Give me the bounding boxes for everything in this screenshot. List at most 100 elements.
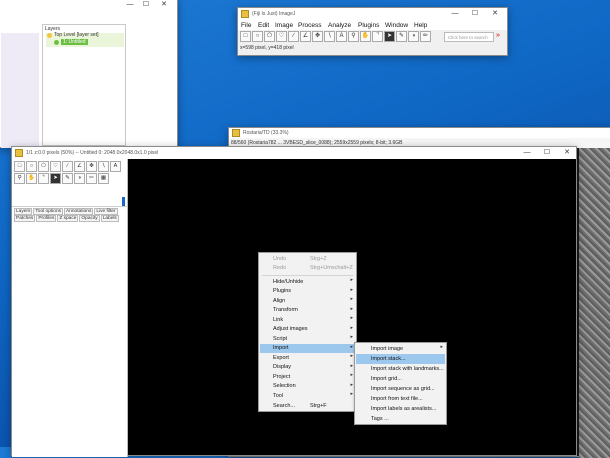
close-icon[interactable]: ✕ xyxy=(562,149,572,157)
menu-item-align[interactable]: Align ▸ xyxy=(260,296,355,306)
menu-image[interactable]: Image xyxy=(275,22,293,29)
tab-opacity[interactable]: Opacity xyxy=(79,215,100,222)
image-content[interactable] xyxy=(579,148,610,458)
submenu-item-import-image[interactable]: Import image ▸ xyxy=(356,344,445,354)
fill-tool-icon[interactable]: ◑ xyxy=(408,31,419,42)
tab-layers[interactable]: Layers xyxy=(14,208,33,215)
tab-annotations[interactable]: Annotations xyxy=(64,208,94,215)
menu-item-search[interactable]: Search... Strg+F xyxy=(260,401,355,411)
maximize-icon[interactable]: ☐ xyxy=(141,1,151,9)
layers-manager-window: — ☐ ✕ Layers Top Level [layer set] 1: Un… xyxy=(0,0,178,148)
submenu-item-import-grid[interactable]: Import grid... xyxy=(356,374,445,384)
angle-tool-icon[interactable]: ∠ xyxy=(300,31,311,42)
tab-labels[interactable]: Labels xyxy=(100,215,119,222)
chevron-right-icon: ▸ xyxy=(350,305,353,312)
zoom-tool-icon[interactable]: ⚲ xyxy=(14,173,25,184)
menu-help[interactable]: Help xyxy=(414,22,427,29)
dropper-tool-icon[interactable]: ⌝ xyxy=(38,173,49,184)
brush-tool-icon[interactable]: ✏ xyxy=(420,31,431,42)
submenu-item-import-stack-landmarks[interactable]: Import stack with landmarks... xyxy=(356,364,445,374)
maximize-icon[interactable]: ☐ xyxy=(542,149,552,157)
menu-item-plugins[interactable]: Plugins ▸ xyxy=(260,287,355,297)
submenu-item-import-labels[interactable]: Import labels as arealists... xyxy=(356,404,445,414)
submenu-item-import-stack[interactable]: Import stack... xyxy=(356,354,445,364)
maximize-icon[interactable]: ☐ xyxy=(470,10,480,18)
layer-tree-item[interactable]: Top Level [layer set] xyxy=(54,32,98,38)
tab-tool-options[interactable]: Tool options xyxy=(33,208,64,215)
select-arrow-icon[interactable]: ➤ xyxy=(50,173,61,184)
menu-process[interactable]: Process xyxy=(298,22,321,29)
minimize-icon[interactable]: — xyxy=(125,1,135,9)
minimize-icon[interactable]: — xyxy=(450,10,460,18)
close-icon[interactable]: ✕ xyxy=(490,10,500,18)
align-tool-icon[interactable]: ▦ xyxy=(98,173,109,184)
tab-profiles[interactable]: Profiles xyxy=(36,215,57,222)
freehand-tool-icon[interactable]: ♡ xyxy=(276,31,287,42)
menu-item-selection[interactable]: Selection ▸ xyxy=(260,382,355,392)
angle-tool-icon[interactable]: ∠ xyxy=(74,161,85,172)
wand-tool-icon[interactable]: ∖ xyxy=(324,31,335,42)
fill-tool-icon[interactable]: ◑ xyxy=(74,173,85,184)
text-tool-icon[interactable]: A xyxy=(110,161,121,172)
chevron-right-icon: ▸ xyxy=(350,324,353,331)
search-input[interactable]: Click here to search xyxy=(444,32,494,42)
rectangle-tool-icon[interactable]: □ xyxy=(240,31,251,42)
window-title: Rostaria/TD (33.3%) xyxy=(243,130,289,136)
wand-tool-icon[interactable]: ∖ xyxy=(98,161,109,172)
select-arrow-icon[interactable]: ➤ xyxy=(384,31,395,42)
oval-tool-icon[interactable]: ○ xyxy=(252,31,263,42)
menu-item-link[interactable]: Link ▸ xyxy=(260,315,355,325)
menu-item-tool[interactable]: Tool ▸ xyxy=(260,391,355,401)
imagej-main-window: (Fiji Is Just) ImageJ — ☐ ✕ File Edit Im… xyxy=(237,7,508,56)
line-tool-icon[interactable]: ∕ xyxy=(62,161,73,172)
divider xyxy=(12,206,128,207)
rectangle-tool-icon[interactable]: □ xyxy=(14,161,25,172)
submenu-item-import-sequence-grid[interactable]: Import sequence as grid... xyxy=(356,384,445,394)
menu-plugins[interactable]: Plugins xyxy=(358,22,379,29)
pen-tool-icon[interactable]: ✎ xyxy=(396,31,407,42)
menu-item-export[interactable]: Export ▸ xyxy=(260,353,355,363)
line-tool-icon[interactable]: ∕ xyxy=(288,31,299,42)
menu-item-hide-unhide[interactable]: Hide/Unhide ▸ xyxy=(260,277,355,287)
point-tool-icon[interactable]: ✥ xyxy=(86,161,97,172)
brush-tool-icon[interactable]: ✏ xyxy=(86,173,97,184)
tab-z-space[interactable]: Z space xyxy=(57,215,79,222)
titlebar[interactable]: 1/1 z:0.0 pixels (50%) -- Untitled 0: 20… xyxy=(12,147,576,159)
imagej-icon xyxy=(232,129,240,137)
more-tools-icon[interactable]: » xyxy=(496,32,500,39)
submenu-item-tags[interactable]: Tags ... xyxy=(356,414,445,424)
tab-live-filter[interactable]: Live filter xyxy=(94,208,118,215)
titlebar[interactable]: (Fiji Is Just) ImageJ — ☐ ✕ xyxy=(238,8,507,20)
titlebar[interactable]: Rostaria/TD (33.3%) xyxy=(229,128,610,138)
menu-item-import[interactable]: Import ▸ xyxy=(260,343,355,353)
window-title: 1/1 z:0.0 pixels (50%) -- Untitled 0: 20… xyxy=(26,150,159,156)
polygon-tool-icon[interactable]: ⬠ xyxy=(38,161,49,172)
close-icon[interactable]: ✕ xyxy=(159,1,169,9)
freehand-tool-icon[interactable]: ♡ xyxy=(50,161,61,172)
chevron-right-icon: ▸ xyxy=(350,362,353,369)
menu-item-script[interactable]: Script ▸ xyxy=(260,334,355,344)
polygon-tool-icon[interactable]: ⬠ xyxy=(264,31,275,42)
menu-item-project[interactable]: Project ▸ xyxy=(260,372,355,382)
menu-item-display[interactable]: Display ▸ xyxy=(260,363,355,373)
hand-tool-icon[interactable]: ✋ xyxy=(26,173,37,184)
menu-item-transform[interactable]: Transform ▸ xyxy=(260,306,355,316)
layer-tree-item-selected[interactable]: 1: Untitled xyxy=(61,39,88,45)
hand-tool-icon[interactable]: ✋ xyxy=(360,31,371,42)
menu-analyze[interactable]: Analyze xyxy=(328,22,351,29)
zoom-tool-icon[interactable]: ⚲ xyxy=(348,31,359,42)
oval-tool-icon[interactable]: ○ xyxy=(26,161,37,172)
point-tool-icon[interactable]: ✥ xyxy=(312,31,323,42)
minimize-icon[interactable]: — xyxy=(522,149,532,157)
menu-window[interactable]: Window xyxy=(385,22,408,29)
menu-edit[interactable]: Edit xyxy=(258,22,269,29)
menu-item-adjust-images[interactable]: Adjust images ▸ xyxy=(260,325,355,335)
tab-patches[interactable]: Patches xyxy=(14,215,36,222)
menu-file[interactable]: File xyxy=(241,22,251,29)
submenu-item-import-text-file[interactable]: Import from text file... xyxy=(356,394,445,404)
chevron-right-icon: ▸ xyxy=(350,372,353,378)
dropper-tool-icon[interactable]: ⌝ xyxy=(372,31,383,42)
titlebar[interactable]: — ☐ ✕ xyxy=(0,0,177,11)
text-tool-icon[interactable]: A xyxy=(336,31,347,42)
pen-tool-icon[interactable]: ✎ xyxy=(62,173,73,184)
